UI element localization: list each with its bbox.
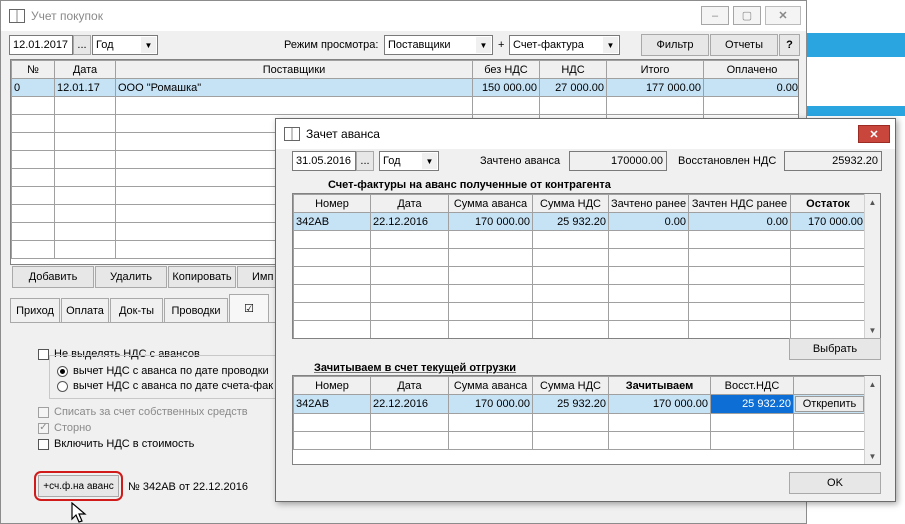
desktop-accent: [806, 33, 905, 57]
filter-button[interactable]: Фильтр: [641, 34, 709, 56]
table-row[interactable]: [293, 302, 866, 321]
mouse-cursor-icon: [71, 502, 87, 523]
col-vat-amount[interactable]: Сумма НДС: [532, 194, 609, 213]
maximize-icon[interactable]: ▢: [733, 6, 761, 25]
col-date[interactable]: Дата: [370, 376, 449, 395]
copy-button[interactable]: Копировать: [168, 266, 236, 288]
scroll-up-icon[interactable]: ▲: [865, 194, 880, 210]
table-row[interactable]: [11, 96, 798, 115]
table-row[interactable]: [293, 320, 866, 338]
col-number[interactable]: Номер: [293, 194, 371, 213]
col-offsetting[interactable]: Зачитываем: [608, 376, 711, 395]
dialog-date-picker-button[interactable]: ...: [356, 151, 374, 171]
storno-checkbox[interactable]: ✓ Сторно: [38, 422, 91, 434]
main-period-select[interactable]: Год ▼: [92, 35, 158, 55]
view-mode-label: Режим просмотра:: [284, 39, 379, 51]
minimize-icon[interactable]: –: [701, 6, 729, 25]
advance-invoice-button[interactable]: +сч.ф.на аванс: [38, 475, 119, 497]
col-advance-amount[interactable]: Сумма аванса: [448, 194, 533, 213]
dropdown-arrow-icon: ▼: [476, 37, 491, 53]
desktop-accent: [806, 106, 905, 116]
table-row[interactable]: [293, 413, 866, 432]
table-row[interactable]: [293, 230, 866, 249]
close-icon[interactable]: ✕: [858, 125, 890, 143]
table-row[interactable]: [293, 431, 866, 450]
deduct-by-posting-radio[interactable]: вычет НДС с аванса по дате проводки: [57, 365, 269, 377]
current-shipment-table: Номер Дата Сумма аванса Сумма НДС Зачиты…: [292, 375, 881, 465]
col-supplier[interactable]: Поставщики: [115, 60, 473, 79]
dialog-date-field[interactable]: 31.05.2016: [292, 151, 356, 171]
select-button[interactable]: Выбрать: [789, 338, 881, 360]
col-rest[interactable]: Остаток: [790, 194, 866, 213]
tab-documents[interactable]: Док-ты: [110, 298, 163, 322]
col-date[interactable]: Дата: [54, 60, 116, 79]
table-row[interactable]: 0 12.01.17 ООО "Ромашка" 150 000.00 27 0…: [11, 78, 798, 97]
dropdown-arrow-icon: ▼: [603, 37, 618, 53]
col-vat-before[interactable]: Зачтен НДС ранее: [688, 194, 791, 213]
offset-value: 170000.00: [569, 151, 667, 171]
tab-payment[interactable]: Оплата: [61, 298, 109, 322]
doc-type-select[interactable]: Счет-фактура ▼: [509, 35, 620, 55]
received-invoices-title: Счет-фактуры на аванс полученные от конт…: [328, 179, 611, 191]
main-date-picker-button[interactable]: ...: [73, 35, 91, 55]
ok-button[interactable]: OK: [789, 472, 881, 494]
col-number[interactable]: Номер: [293, 376, 371, 395]
import-button[interactable]: Имп: [237, 266, 277, 288]
table-row[interactable]: [293, 248, 866, 267]
col-offset-before[interactable]: Зачтено ранее: [608, 194, 689, 213]
col-vat-amount[interactable]: Сумма НДС: [532, 376, 609, 395]
table-row[interactable]: [293, 266, 866, 285]
tab-vat-check[interactable]: ☑: [229, 294, 269, 322]
scroll-down-icon[interactable]: ▼: [865, 448, 880, 464]
advance-invoice-info: № 342АВ от 22.12.2016: [128, 481, 248, 493]
help-button[interactable]: ?: [779, 34, 800, 56]
scroll-up-icon[interactable]: ▲: [865, 376, 880, 392]
received-invoices-table: Номер Дата Сумма аванса Сумма НДС Зачтен…: [292, 193, 881, 339]
plus-label: +: [498, 39, 505, 51]
dialog-period-select[interactable]: Год ▼: [379, 151, 439, 171]
col-net[interactable]: без НДС: [472, 60, 540, 79]
tab-income[interactable]: Приход: [10, 298, 60, 322]
offset-label: Зачтено аванса: [480, 155, 561, 167]
col-restore-vat[interactable]: Восст.НДС: [710, 376, 794, 395]
table-row[interactable]: 342АВ 22.12.2016 170 000.00 25 932.20 0.…: [293, 212, 866, 231]
detach-button[interactable]: Открепить: [795, 396, 864, 412]
table-row[interactable]: [293, 284, 866, 303]
current-shipment-title: Зачитываем в счет текущей отгрузки: [314, 362, 517, 374]
advance-offset-dialog: Зачет аванса ✕ 31.05.2016 ... Год ▼ Зачте…: [275, 118, 896, 502]
main-title: Учет покупок: [31, 9, 103, 23]
include-vat-checkbox[interactable]: Включить НДС в стоимость: [38, 438, 194, 450]
restore-vat-edit-cell[interactable]: 25 932.20: [710, 394, 794, 414]
col-total[interactable]: Итого: [606, 60, 704, 79]
col-paid[interactable]: Оплачено: [703, 60, 798, 79]
received-table-scrollbar[interactable]: ▲ ▼: [864, 194, 880, 338]
deduct-by-invoice-radio[interactable]: вычет НДС с аванса по дате счета-фак: [57, 380, 275, 392]
col-action: [793, 376, 866, 395]
current-table-scrollbar[interactable]: ▲ ▼: [864, 376, 880, 464]
dropdown-arrow-icon: ▼: [141, 37, 156, 53]
close-icon[interactable]: ✕: [765, 6, 801, 25]
dialog-titlebar: Зачет аванса ✕: [276, 119, 895, 149]
col-vat[interactable]: НДС: [539, 60, 607, 79]
app-book-icon: [284, 127, 300, 141]
dropdown-arrow-icon: ▼: [422, 153, 437, 169]
restored-vat-label: Восстановлен НДС: [678, 155, 777, 167]
app-book-icon: [9, 9, 25, 23]
col-advance-amount[interactable]: Сумма аванса: [448, 376, 533, 395]
option-group-frame: [49, 355, 277, 399]
table-row[interactable]: 342АВ 22.12.2016 170 000.00 25 932.20 17…: [293, 394, 866, 414]
own-funds-checkbox[interactable]: Списать за счет собственных средств: [38, 406, 248, 418]
dialog-title: Зачет аванса: [306, 127, 380, 141]
main-date-field[interactable]: 12.01.2017: [9, 35, 73, 55]
restored-vat-value: 25932.20: [784, 151, 882, 171]
delete-button[interactable]: Удалить: [95, 266, 167, 288]
scroll-down-icon[interactable]: ▼: [865, 322, 880, 338]
main-titlebar: Учет покупок – ▢ ✕: [1, 1, 806, 31]
col-date[interactable]: Дата: [370, 194, 449, 213]
col-number[interactable]: №: [11, 60, 55, 79]
reports-button[interactable]: Отчеты: [710, 34, 778, 56]
add-button[interactable]: Добавить: [12, 266, 94, 288]
tab-postings[interactable]: Проводки: [164, 298, 228, 322]
view-mode-select[interactable]: Поставщики ▼: [384, 35, 493, 55]
